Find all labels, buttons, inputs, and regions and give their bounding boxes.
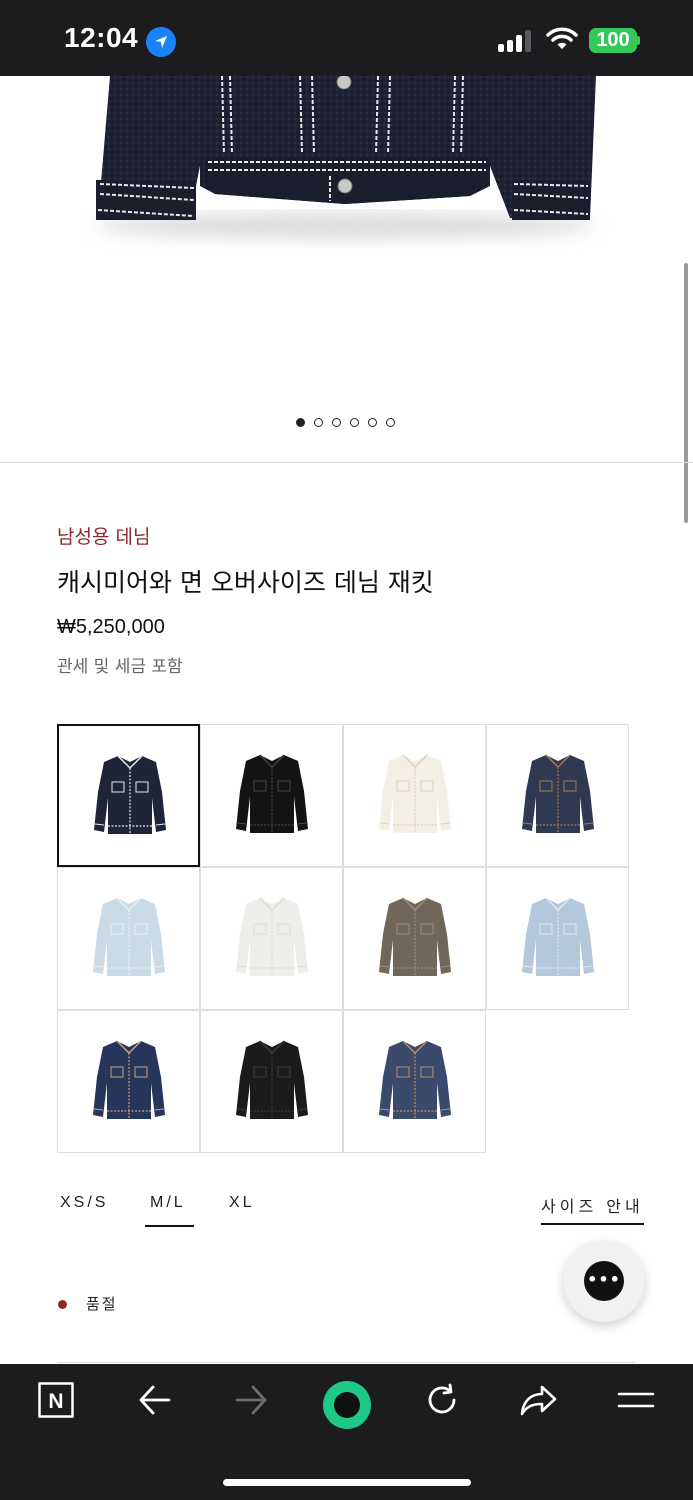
jacket-thumbnail [94, 755, 166, 834]
chat-dots: ••• [587, 1270, 621, 1289]
home-indicator [223, 1479, 471, 1486]
share-icon[interactable] [520, 1382, 580, 1428]
carousel-dot[interactable] [350, 418, 359, 427]
product-hero-image[interactable] [0, 76, 693, 462]
reload-icon[interactable] [424, 1382, 484, 1428]
naver-n-letter: N [48, 1390, 63, 1413]
color-swatch[interactable] [200, 867, 343, 1010]
battery-icon: 100 [589, 28, 637, 53]
jacket-thumbnail [379, 897, 451, 976]
divider [0, 462, 693, 463]
product-title: 캐시미어와 면 오버사이즈 데님 재킷 [57, 568, 434, 597]
color-swatch[interactable] [57, 1010, 200, 1153]
jacket-thumbnail [379, 754, 451, 833]
forward-arrow-icon[interactable] [234, 1382, 294, 1428]
color-swatch-grid [57, 724, 631, 1154]
jacket-thumbnail [379, 1040, 451, 1119]
color-swatch[interactable] [57, 724, 200, 867]
jacket-thumbnail [236, 1040, 308, 1119]
menu-icon[interactable] [617, 1382, 677, 1428]
status-time: 12:04 [64, 22, 139, 53]
color-swatch[interactable] [200, 1010, 343, 1153]
jacket-photo [95, 76, 596, 240]
color-swatch[interactable] [200, 724, 343, 867]
tax-note: 관세 및 세금 포함 [57, 657, 183, 677]
color-swatch[interactable] [343, 867, 486, 1010]
sold-out-label: 품절 [86, 1295, 118, 1313]
carousel-dot[interactable] [314, 418, 323, 427]
product-price: ₩5,250,000 [57, 616, 165, 638]
green-dot-home-icon[interactable] [322, 1380, 382, 1429]
color-swatch[interactable] [486, 724, 629, 867]
status-bar: 12:04 100 [0, 0, 693, 76]
carousel-dot[interactable] [386, 418, 395, 427]
sold-out-indicator-dot [58, 1300, 67, 1309]
size-option-xl[interactable]: XL [229, 1194, 255, 1212]
scroll-indicator[interactable] [684, 263, 688, 523]
size-option-xs-s[interactable]: XS/S [60, 1194, 108, 1212]
chat-button[interactable]: ••• [563, 1240, 645, 1322]
jacket-thumbnail [93, 1040, 165, 1119]
jacket-thumbnail [236, 897, 308, 976]
jacket-thumbnail [522, 897, 594, 976]
carousel-dot[interactable] [296, 418, 305, 427]
jacket-thumbnail [93, 897, 165, 976]
cellular-signal-icon [498, 30, 536, 52]
jacket-thumbnail [236, 754, 308, 833]
jacket-thumbnail [522, 754, 594, 833]
size-option-m-l[interactable]: M/L [150, 1194, 186, 1212]
naver-n-icon[interactable]: N [38, 1382, 98, 1428]
color-swatch[interactable] [343, 724, 486, 867]
chat-bubble-icon: ••• [584, 1261, 624, 1301]
selected-size-underline [145, 1225, 194, 1227]
battery-level: 100 [596, 29, 630, 51]
color-swatch[interactable] [343, 1010, 486, 1153]
wifi-icon [546, 27, 578, 49]
location-arrow-icon [146, 27, 176, 57]
size-guide-link[interactable]: 사이즈 안내 [541, 1193, 644, 1225]
color-swatch[interactable] [57, 867, 200, 1010]
color-swatch[interactable] [486, 867, 629, 1010]
product-category[interactable]: 남성용 데님 [57, 522, 150, 549]
battery-cap [637, 36, 640, 45]
carousel-dot[interactable] [368, 418, 377, 427]
back-arrow-icon[interactable] [138, 1382, 198, 1428]
carousel-dot[interactable] [332, 418, 341, 427]
divider [57, 1362, 635, 1363]
